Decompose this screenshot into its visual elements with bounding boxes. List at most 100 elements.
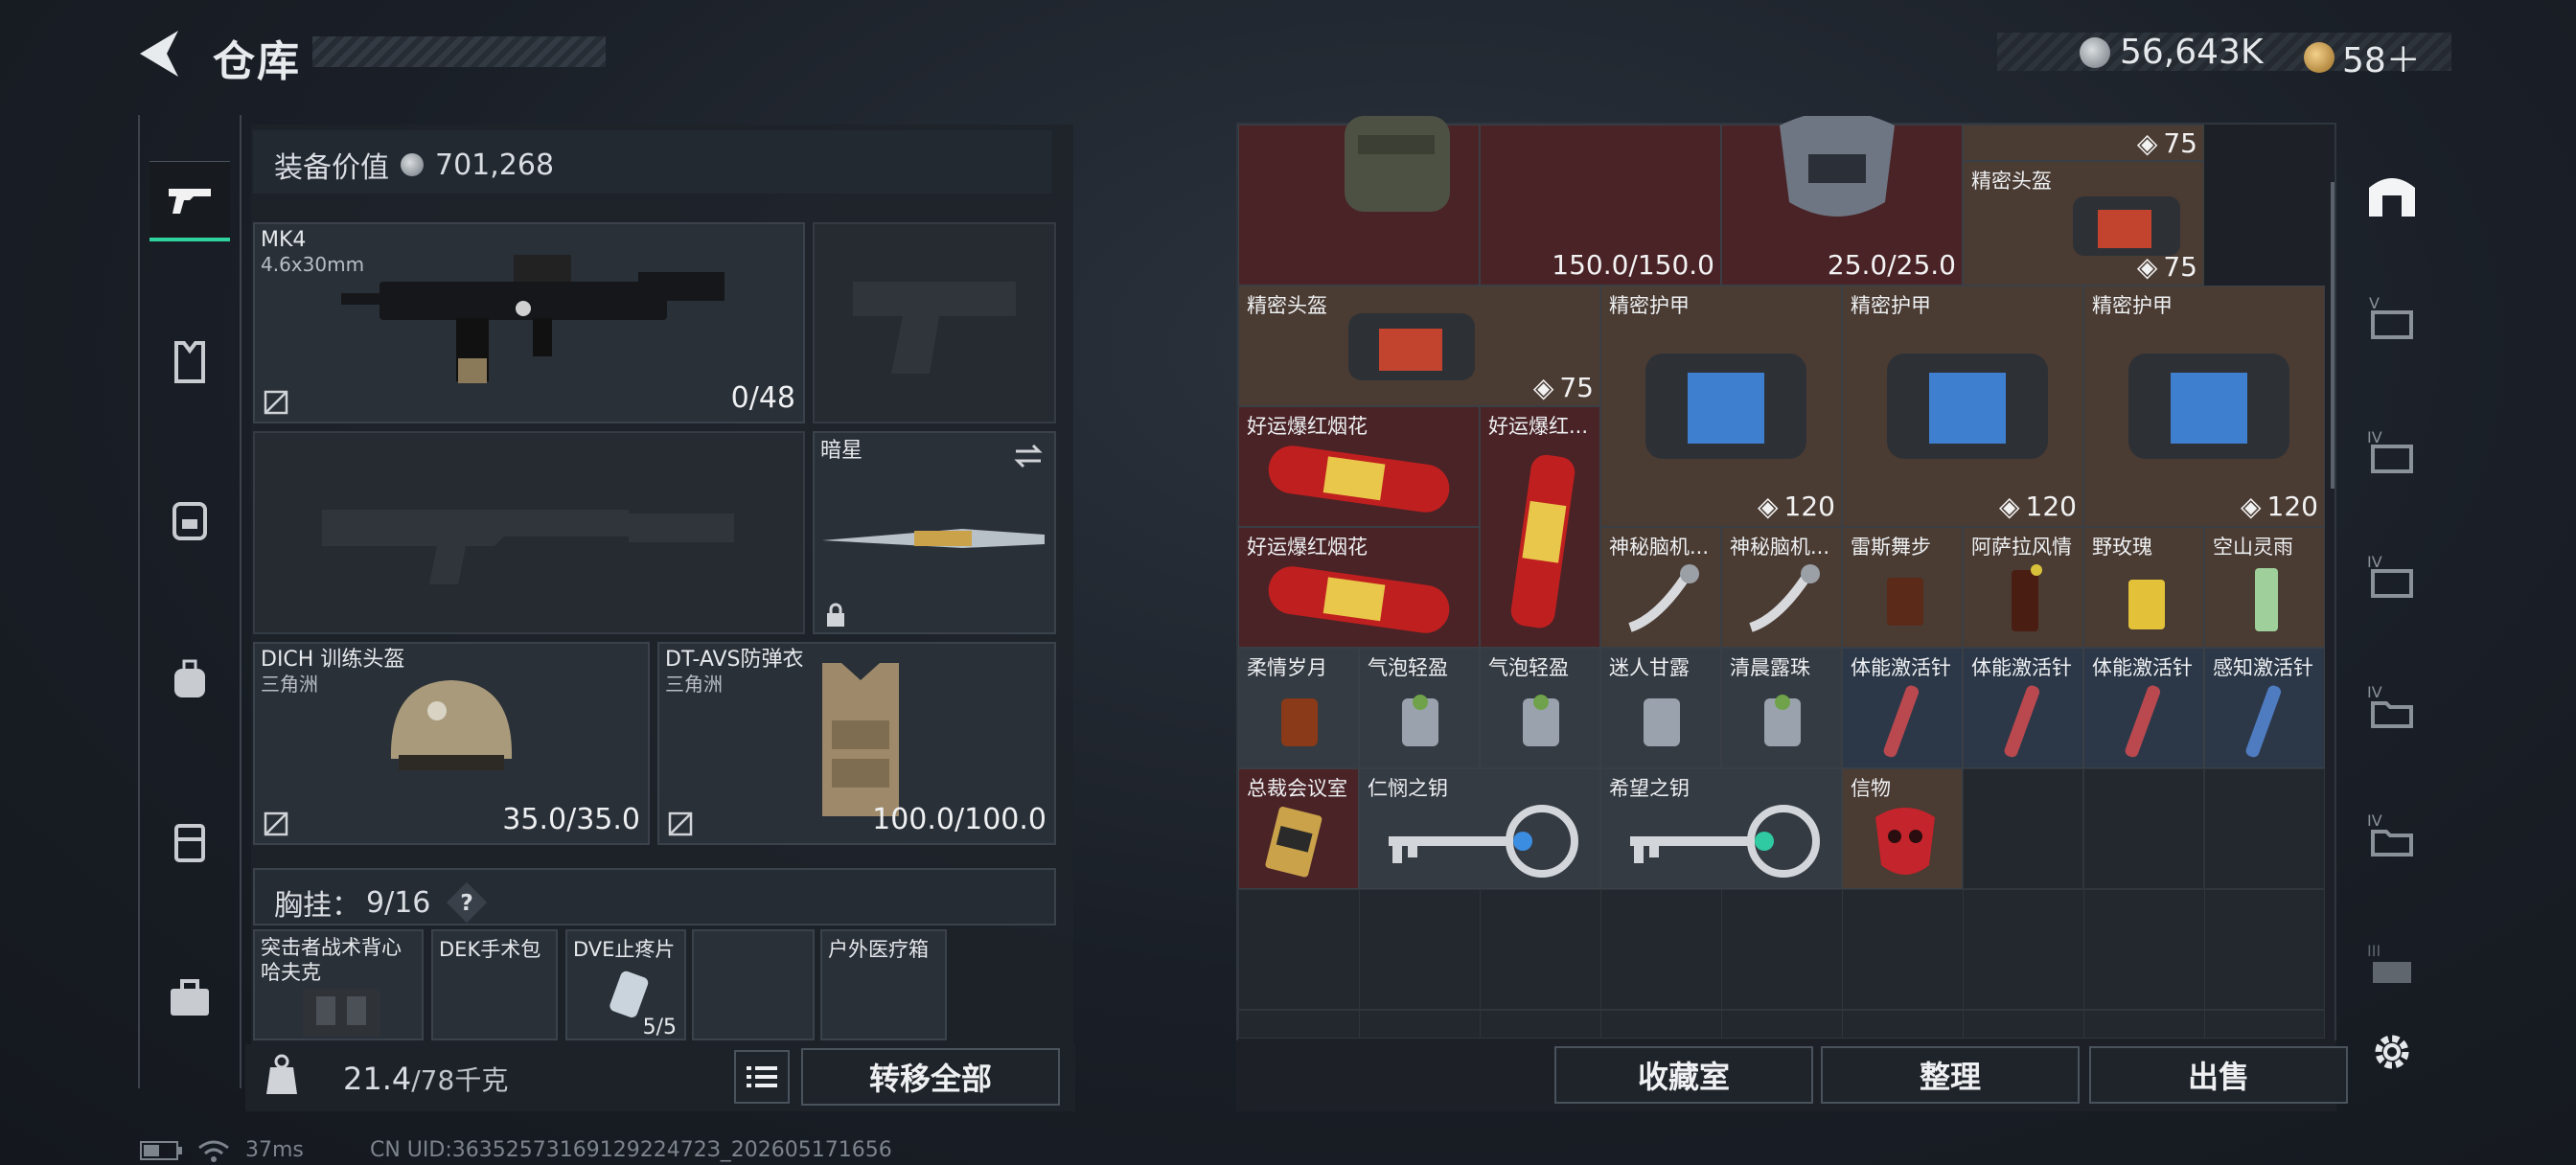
- storage-item-helmet-mask[interactable]: 25.0/25.0: [1721, 116, 1963, 286]
- rig-count: 9/16: [366, 885, 431, 920]
- weight-readout: 21.4/78千克: [343, 1061, 509, 1097]
- coin-balance[interactable]: 56,643K: [2080, 33, 2264, 72]
- folder-icon: IV: [2367, 811, 2413, 857]
- ping-readout: 37ms: [245, 1138, 304, 1162]
- whiskey-image: [1281, 698, 1318, 746]
- armor-bag-image: [1645, 354, 1806, 459]
- injector-image: [2004, 685, 2040, 758]
- storage-item-armor-a[interactable]: 150.0/150.0: [1480, 125, 1721, 286]
- storage-item-injector-3[interactable]: 体能激活针: [2083, 648, 2204, 768]
- loadout-value-row: 装备价值 701,268: [253, 130, 1052, 194]
- firecracker-image: [1268, 566, 1450, 633]
- help-button[interactable]: ?: [447, 881, 488, 924]
- sidebar-item-weapon[interactable]: [150, 161, 230, 241]
- empty-row[interactable]: [1238, 1010, 2325, 1039]
- storage-item-drink-4[interactable]: 空山灵雨: [2204, 527, 2325, 648]
- rig-capacity-bar[interactable]: 胸挂： 9/16 ?: [253, 868, 1056, 925]
- rig-pocket-4[interactable]: [692, 929, 815, 1040]
- collection-button[interactable]: 收藏室: [1554, 1046, 1813, 1104]
- glass-image: [1764, 695, 1801, 746]
- empty-row[interactable]: [1238, 889, 2325, 1010]
- firecracker-image: [1268, 445, 1450, 513]
- storage-item-precision-armor-3[interactable]: 精密护甲 ◈ 120: [2083, 286, 2325, 527]
- injector-image: [1883, 685, 1920, 758]
- sort-button[interactable]: 整理: [1821, 1046, 2080, 1104]
- storage-item-precision-armor-1[interactable]: 精密护甲 ◈ 120: [1600, 286, 1842, 527]
- armor-bag-image: [1887, 354, 2048, 459]
- tab-storage-iv-c[interactable]: IV: [2352, 667, 2432, 747]
- tactical-vest-image: [303, 989, 380, 1037]
- melee-slot[interactable]: 暗星: [813, 431, 1056, 634]
- coin-icon: [401, 153, 424, 176]
- tab-storage-iv-a[interactable]: IV: [2352, 412, 2432, 492]
- storage-item-drink-6[interactable]: 气泡轻盈: [1359, 648, 1480, 768]
- tab-storage-iii[interactable]: III: [2352, 925, 2432, 1006]
- storage-item-vest[interactable]: [1238, 116, 1480, 286]
- rig-pocket-1[interactable]: 突击者战术背心 哈夫克: [253, 929, 424, 1040]
- svg-text:IV: IV: [2367, 428, 2382, 446]
- back-button[interactable]: [134, 27, 192, 80]
- secondary-weapon-slot[interactable]: [813, 222, 1056, 423]
- storage-item-drink-1[interactable]: 雷斯舞步: [1842, 527, 1963, 648]
- chip-image: [1628, 564, 1699, 632]
- storage-item-drink-7[interactable]: 气泡轻盈: [1480, 648, 1600, 768]
- storage-item-precision-helmet-b[interactable]: 精密头盔 ◈ 75: [1238, 286, 1600, 406]
- storage-item-injector-1[interactable]: 体能激活针: [1842, 648, 1963, 768]
- storage-item-drink-5[interactable]: 柔情岁月: [1238, 648, 1359, 768]
- sidebar-item-backpack[interactable]: [150, 479, 230, 560]
- storage-item-precision-armor-2[interactable]: 精密护甲 ◈ 120: [1842, 286, 2083, 527]
- cocktail-image: [2255, 568, 2278, 631]
- pistol-silhouette: [853, 282, 1016, 374]
- rig-pocket-5[interactable]: 户外医疗箱: [820, 929, 947, 1040]
- storage-item-key-2[interactable]: 希望之钥: [1600, 768, 1842, 889]
- sell-button[interactable]: 出售: [2089, 1046, 2348, 1104]
- rifle-silhouette: [322, 510, 734, 584]
- empty-cell[interactable]: [2083, 768, 2204, 889]
- sidebar-item-toolbox[interactable]: [150, 958, 230, 1039]
- svg-text:IV: IV: [2367, 811, 2382, 830]
- rig-pocket-2[interactable]: DEK手术包: [431, 929, 558, 1040]
- storage-item-key-1[interactable]: 仁悯之钥: [1359, 768, 1600, 889]
- storage-item-injector-4[interactable]: 感知激活针: [2204, 648, 2325, 768]
- armor-slot[interactable]: DT-AVS防弹衣 三角洲 100.0/100.0: [657, 642, 1056, 845]
- storage-item-drink-3[interactable]: 野玫瑰: [2083, 527, 2204, 648]
- svg-text:IV: IV: [2367, 553, 2382, 571]
- storage-item-firecracker-2[interactable]: 好运爆红...: [1480, 406, 1600, 648]
- storage-item-drink-8[interactable]: 迷人甘露: [1600, 648, 1721, 768]
- empty-cell[interactable]: [2204, 768, 2325, 889]
- list-view-button[interactable]: [734, 1050, 790, 1104]
- storage-item-firecracker-3[interactable]: 好运爆红烟花: [1238, 527, 1480, 648]
- sidebar-item-armor[interactable]: [150, 322, 230, 402]
- transfer-all-button[interactable]: 转移全部: [801, 1048, 1060, 1106]
- storage-item-precision-helmet-a[interactable]: 精密头盔 ◈ 75: [1963, 161, 2204, 286]
- storage-item-brain-chip-2[interactable]: 神秘脑机...: [1721, 527, 1842, 648]
- token-balance[interactable]: 58＋: [2304, 33, 2421, 82]
- lock-icon: [827, 603, 844, 627]
- key-image: [1630, 805, 1820, 878]
- primary-weapon-slot[interactable]: MK4 4.6x30mm 0/48: [253, 222, 805, 423]
- swap-icon[interactable]: [1012, 443, 1045, 469]
- rig-pocket-3[interactable]: DVE止疼片 5/5: [565, 929, 686, 1040]
- storage-item-helmet-top[interactable]: ◈ 75: [1963, 125, 2204, 161]
- settings-button[interactable]: [2352, 1012, 2432, 1092]
- storage-item-token-mask[interactable]: 信物: [1842, 768, 1963, 889]
- tab-storage-iv-b[interactable]: IV: [2352, 537, 2432, 617]
- grid-scrollbar[interactable]: [2331, 182, 2334, 489]
- storage-item-keycard[interactable]: 总裁会议室: [1238, 768, 1359, 889]
- sidebar-item-bag[interactable]: [150, 640, 230, 720]
- empty-cell[interactable]: [1963, 768, 2083, 889]
- secondary-primary-slot[interactable]: [253, 431, 805, 634]
- svg-text:IV: IV: [2367, 683, 2382, 701]
- storage-item-drink-2[interactable]: 阿萨拉风情: [1963, 527, 2083, 648]
- helmet-slot[interactable]: DICH 训练头盔 三角洲 35.0/35.0: [253, 642, 650, 845]
- mask-helmet-image: [1780, 116, 1895, 217]
- storage-item-brain-chip-1[interactable]: 神秘脑机...: [1600, 527, 1721, 648]
- glass-image: [1644, 698, 1680, 746]
- storage-item-injector-2[interactable]: 体能激活针: [1963, 648, 2083, 768]
- tab-storage-main[interactable]: [2352, 153, 2432, 234]
- tab-storage-iv-d[interactable]: IV: [2352, 795, 2432, 876]
- storage-item-firecracker-1[interactable]: 好运爆红烟花: [1238, 406, 1480, 527]
- tab-storage-v[interactable]: V: [2352, 278, 2432, 358]
- storage-item-drink-9[interactable]: 清晨露珠: [1721, 648, 1842, 768]
- sidebar-item-container[interactable]: [150, 801, 230, 881]
